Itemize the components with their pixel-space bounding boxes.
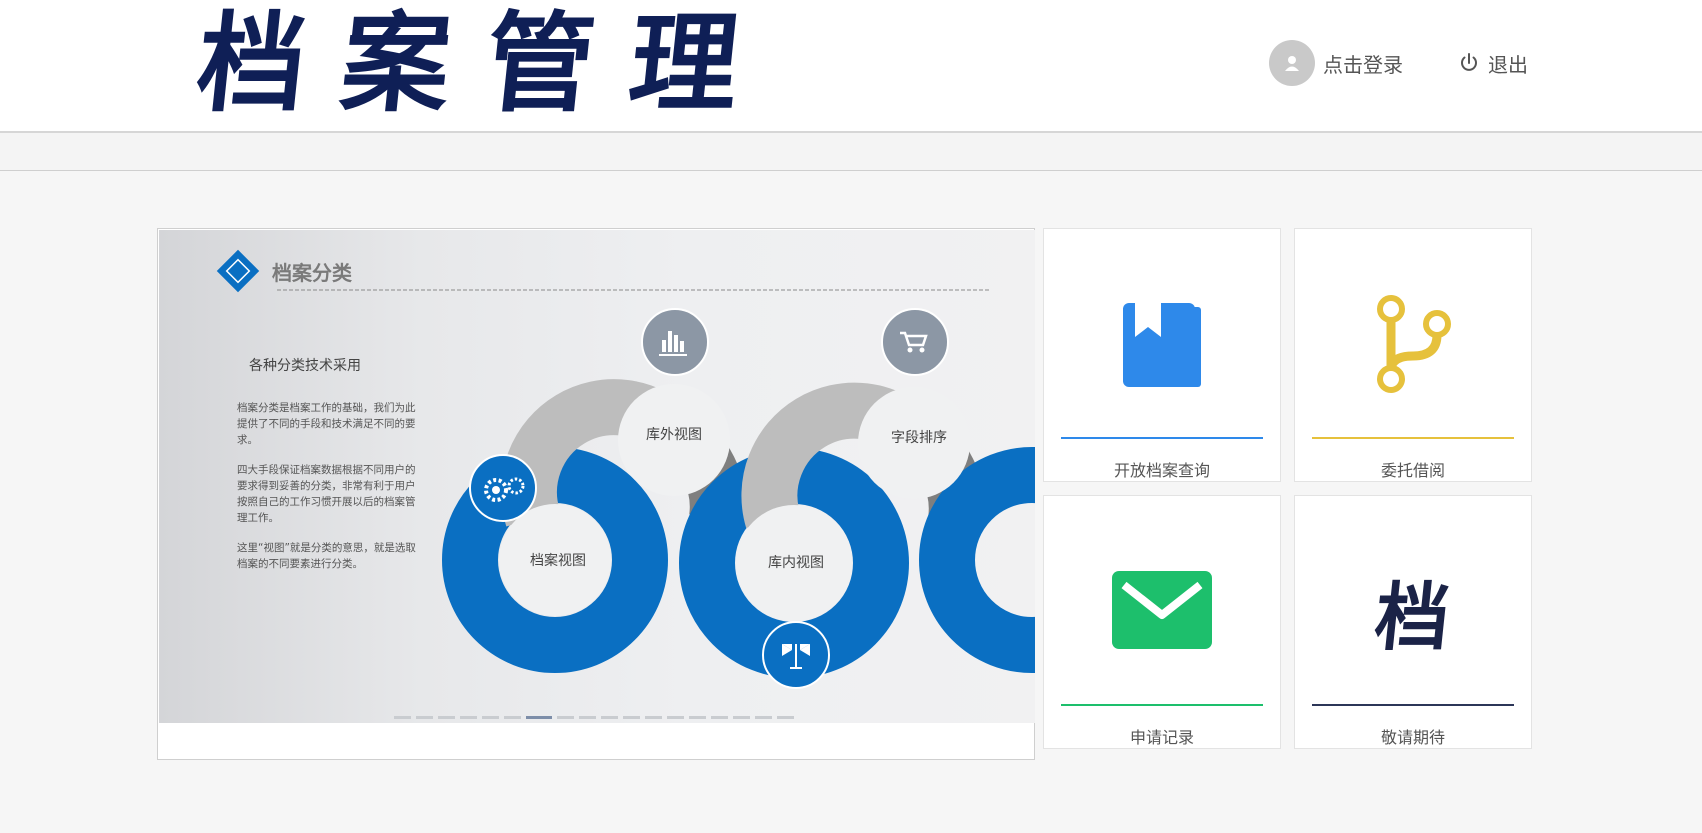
power-icon [1461,53,1477,71]
card-label: 开放档案查询 [1113,461,1210,480]
slide-paragraph-3: 这里“视图”就是分类的意思，就是选取档案的不同要素进行分类。 [237,542,416,570]
logout-button[interactable]: 退出 [1458,48,1528,78]
carousel-dot[interactable] [460,716,477,719]
carousel-indicators [394,716,794,719]
carousel-dot[interactable] [482,716,499,719]
dang-character-text: 档 [1370,574,1454,661]
carousel-dot[interactable] [504,716,521,719]
header: 档案管理 点击登录 退出 [0,0,1702,133]
card-application-records[interactable]: 申请记录 [1043,495,1281,749]
carousel[interactable]: 档案分类 档案视图 库外视图 库内视图 字段排序 各种分类技术采用 档案分类是档… [157,228,1035,760]
carousel-dot[interactable] [755,716,772,719]
carousel-dot[interactable] [711,716,728,719]
ring-label-2: 库外视图 [646,427,702,443]
carousel-dot[interactable] [733,716,750,719]
card-underline [1312,437,1514,439]
carousel-dot[interactable] [416,716,433,719]
card-open-archive-query[interactable]: 开放档案查询 [1043,228,1281,482]
slide-title: 档案分类 [272,261,352,285]
card-delegated-borrow[interactable]: 委托借阅 [1294,228,1532,482]
logout-label: 退出 [1488,52,1528,77]
carousel-dot[interactable] [689,716,706,719]
ring-label-1: 档案视图 [530,552,586,569]
carousel-dot[interactable] [526,716,552,719]
envelope-icon [1044,536,1280,686]
carousel-dot[interactable] [557,716,574,719]
book-icon [1044,269,1280,419]
ring-label-4: 字段排序 [891,430,947,446]
bar-chart-icon [641,308,709,376]
carousel-dot[interactable] [438,716,455,719]
user-avatar-icon [1269,40,1315,86]
login-button[interactable]: 点击登录 [1269,40,1403,86]
carousel-dot[interactable] [777,716,794,719]
app-logo: 档案管理 [191,1,781,127]
card-label: 申请记录 [1129,728,1194,747]
branch-icon [1295,269,1531,419]
card-underline [1312,704,1514,706]
diamond-icon [216,249,260,293]
sub-navigation-bar [0,133,1702,171]
carousel-slide: 档案分类 档案视图 库外视图 库内视图 字段排序 各种分类技术采用 档案分类是档… [159,230,1035,723]
carousel-dot[interactable] [623,716,640,719]
slide-paragraph-1: 档案分类是档案工作的基础，我们为此提供了不同的手段和技术满足不同的要求。 [237,402,416,446]
carousel-dot[interactable] [667,716,684,719]
carousel-dot[interactable] [601,716,618,719]
antenna-icon [762,621,830,689]
carousel-dot[interactable] [394,716,411,719]
card-label: 委托借阅 [1380,461,1445,480]
card-underline [1061,437,1263,439]
slide-subtitle: 各种分类技术采用 [249,358,361,374]
card-coming-soon[interactable]: 档 敬请期待 [1294,495,1532,749]
card-underline [1061,704,1263,706]
login-label: 点击登录 [1323,52,1403,77]
carousel-dot[interactable] [645,716,662,719]
gears-icon [469,454,537,522]
dang-character-icon: 档 [1295,536,1531,686]
cart-icon [881,308,949,376]
ring-label-3: 库内视图 [768,555,824,571]
slide-paragraph-2: 四大手段保证档案数据根据不同用户的要求得到妥善的分类，非常有利于用户按照自己的工… [237,464,416,524]
card-label: 敬请期待 [1380,728,1445,747]
carousel-dot[interactable] [579,716,596,719]
